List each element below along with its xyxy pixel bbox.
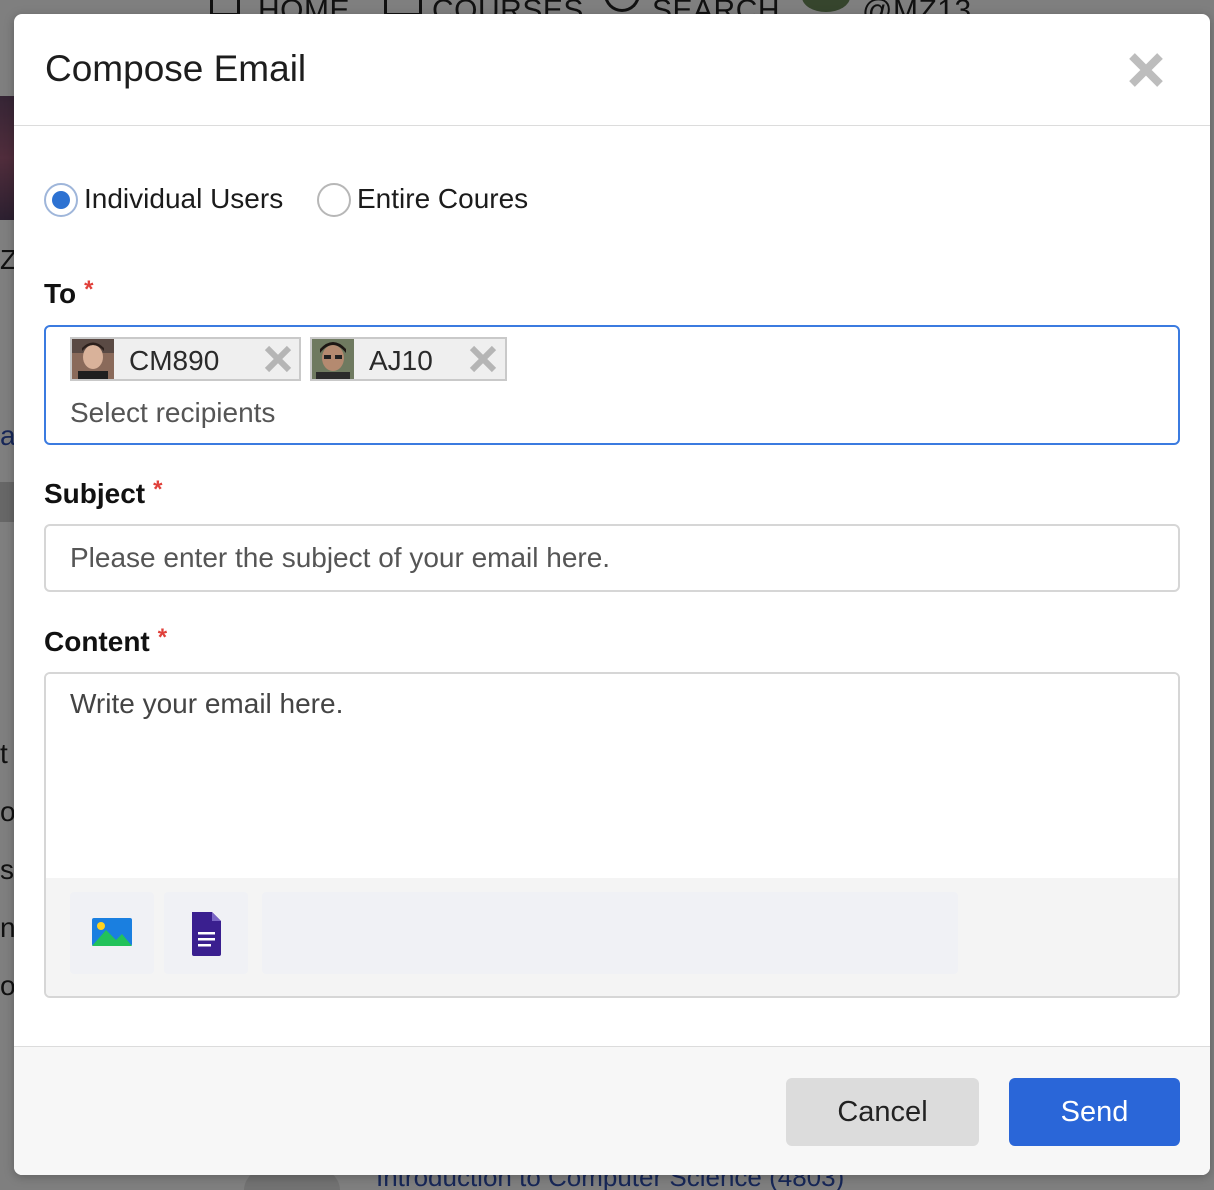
recipient-chip: AJ10 bbox=[310, 337, 507, 381]
close-icon bbox=[264, 345, 292, 373]
to-label: To * bbox=[44, 276, 94, 310]
remove-recipient-button[interactable] bbox=[468, 344, 498, 374]
subject-label: Subject * bbox=[44, 476, 163, 510]
close-button[interactable] bbox=[1126, 50, 1166, 90]
radio-label: Entire Coures bbox=[357, 183, 529, 214]
radio-button[interactable] bbox=[317, 183, 351, 217]
radio-entire-course[interactable]: Entire Coures bbox=[317, 182, 557, 218]
user-avatar bbox=[312, 339, 354, 379]
required-mark: * bbox=[153, 476, 163, 503]
close-icon bbox=[1129, 53, 1163, 87]
recipient-search-input[interactable] bbox=[70, 393, 970, 433]
content-toolbar bbox=[46, 878, 1178, 996]
toolbar-spacer bbox=[262, 892, 958, 974]
image-icon bbox=[92, 918, 132, 946]
radio-individual-users[interactable]: Individual Users bbox=[44, 182, 294, 218]
content-label-text: Content bbox=[44, 626, 150, 657]
recipients-field[interactable]: CM890 AJ10 Select recipients bbox=[44, 325, 1180, 445]
subject-label-text: Subject bbox=[44, 478, 146, 509]
to-label-text: To bbox=[44, 278, 77, 309]
user-avatar bbox=[72, 339, 114, 379]
required-mark: * bbox=[157, 624, 168, 651]
attach-document-button[interactable] bbox=[164, 892, 248, 974]
required-mark: * bbox=[84, 276, 94, 303]
recipient-chip: CM890 bbox=[70, 337, 301, 381]
cancel-button[interactable]: Cancel bbox=[786, 1078, 979, 1146]
send-button[interactable]: Send bbox=[1009, 1078, 1180, 1146]
close-icon bbox=[469, 345, 497, 373]
content-label: Content * bbox=[44, 624, 168, 658]
compose-email-modal: Compose Email Individual Users Entire Co… bbox=[14, 14, 1210, 1175]
radio-dot bbox=[52, 191, 70, 209]
modal-header: Compose Email bbox=[14, 14, 1210, 126]
modal-body: Individual Users Entire Coures To * CM89… bbox=[14, 126, 1210, 1046]
modal-title: Compose Email bbox=[45, 48, 307, 89]
content-textarea[interactable] bbox=[46, 674, 1178, 878]
document-icon bbox=[192, 912, 221, 956]
chip-label: AJ10 bbox=[369, 345, 433, 376]
chip-label: CM890 bbox=[129, 345, 220, 376]
content-editor bbox=[44, 672, 1180, 998]
radio-button-checked[interactable] bbox=[44, 183, 78, 217]
modal-footer: Cancel Send bbox=[14, 1046, 1210, 1175]
remove-recipient-button[interactable] bbox=[263, 344, 293, 374]
radio-label: Individual Users bbox=[84, 183, 284, 214]
subject-input[interactable] bbox=[44, 524, 1180, 592]
insert-image-button[interactable] bbox=[70, 892, 154, 974]
